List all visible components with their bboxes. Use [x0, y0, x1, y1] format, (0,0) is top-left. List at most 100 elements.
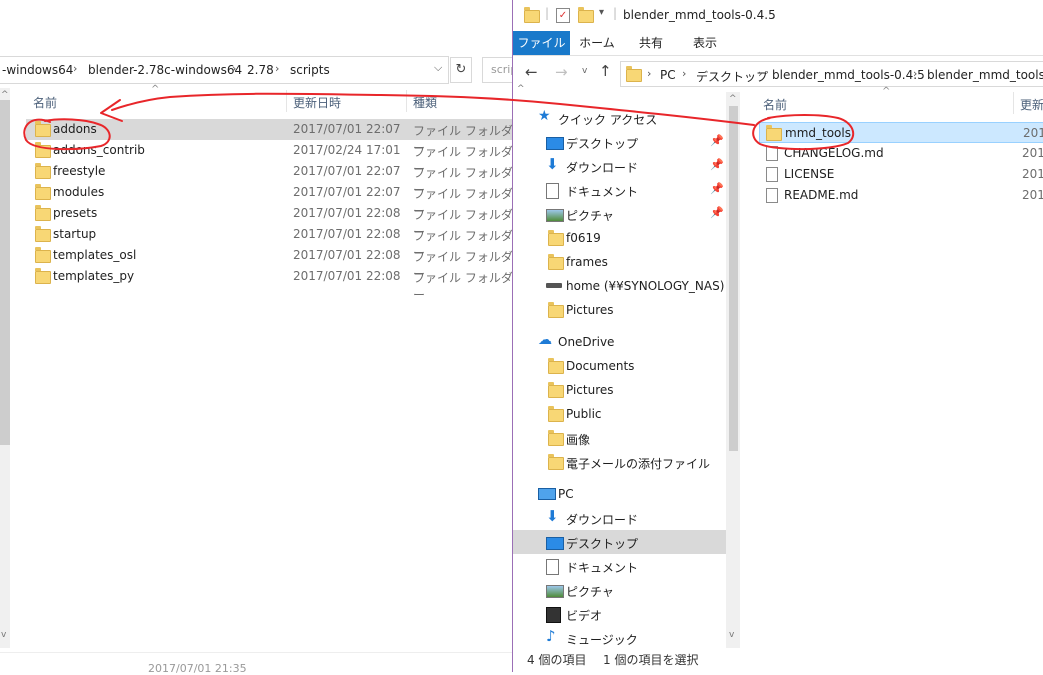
nav-quick-access[interactable]: ★ クイック アクセス: [513, 106, 726, 130]
nav-pinned-desktop[interactable]: デスクトップ 📌: [513, 130, 726, 154]
chevron-right-icon[interactable]: ›: [647, 67, 651, 80]
pin-icon[interactable]: 📌: [710, 182, 724, 195]
scroll-down-icon[interactable]: v: [729, 630, 734, 640]
dropdown-arrow-icon[interactable]: ⌵: [434, 61, 442, 75]
sort-up-icon: ^: [151, 84, 160, 95]
column-header-name[interactable]: 名前: [33, 94, 57, 111]
file-row-mmd-tools[interactable]: mmd_tools 2017: [759, 122, 1043, 143]
scroll-up-icon[interactable]: ^: [1, 90, 9, 100]
chevron-right-icon[interactable]: ›: [758, 67, 762, 80]
nav-onedrive-pictures[interactable]: Pictures: [513, 378, 726, 402]
nav-pc-videos[interactable]: ビデオ: [513, 602, 726, 626]
nav-label: ダウンロード: [566, 161, 639, 175]
new-folder-icon[interactable]: [578, 7, 594, 23]
properties-icon[interactable]: ✓: [556, 8, 570, 23]
nav-label: ダウンロード: [566, 513, 639, 527]
tab-share[interactable]: 共有: [624, 31, 678, 55]
document-icon: [546, 559, 559, 575]
column-header-type[interactable]: 種類: [413, 94, 437, 111]
chevron-right-icon[interactable]: ›: [232, 62, 236, 75]
nav-pc-music[interactable]: ♪ ミュージック: [513, 626, 726, 650]
file-row[interactable]: modules 2017/07/01 22:07 ファイル フォルダー: [26, 182, 513, 218]
chevron-right-icon[interactable]: ›: [73, 62, 77, 75]
nav-recent-pictures[interactable]: Pictures: [513, 298, 726, 322]
file-row[interactable]: startup 2017/07/01 22:08 ファイル フォルダー: [26, 224, 513, 260]
nav-onedrive-public[interactable]: Public: [513, 402, 726, 426]
nav-recent-nas[interactable]: home (¥¥SYNOLOGY_NAS) (Z:: [513, 274, 726, 298]
forward-arrow-icon[interactable]: →: [555, 63, 568, 81]
tab-home[interactable]: ホーム: [570, 31, 624, 55]
refresh-icon[interactable]: ↻: [450, 57, 472, 83]
file-row[interactable]: templates_osl 2017/07/01 22:08 ファイル フォルダ…: [26, 245, 513, 281]
breadcrumb-mmd-tools[interactable]: blender_mmd_tools-0.4.5: [772, 68, 925, 82]
file-row[interactable]: README.md 2017: [759, 185, 1043, 206]
pin-icon[interactable]: 📌: [710, 206, 724, 219]
file-name: CHANGELOG.md: [784, 146, 884, 160]
nav-pc-desktop[interactable]: デスクトップ: [513, 530, 726, 554]
nav-pinned-pictures[interactable]: ピクチャ 📌: [513, 202, 726, 226]
nav-label: クイック アクセス: [558, 113, 658, 127]
nav-pc-downloads[interactable]: ⬇ ダウンロード: [513, 506, 726, 530]
chevron-right-icon[interactable]: ›: [275, 62, 279, 75]
nav-pinned-documents[interactable]: ドキュメント 📌: [513, 178, 726, 202]
file-row-addons[interactable]: addons 2017/07/01 22:07 ファイル フォルダー: [26, 119, 513, 155]
folder-icon: [766, 125, 782, 141]
file-row[interactable]: templates_py 2017/07/01 22:08 ファイル フォルダー: [26, 266, 513, 302]
nav-onedrive-documents[interactable]: Documents: [513, 354, 726, 378]
folder-icon: [35, 247, 51, 263]
left-address-bar[interactable]: -windows64 › blender-2.78c-windows64 › 2…: [0, 56, 449, 84]
file-row[interactable]: presets 2017/07/01 22:08 ファイル フォルダー: [26, 203, 513, 239]
pin-icon[interactable]: 📌: [710, 158, 724, 171]
scroll-up-icon[interactable]: ^: [729, 94, 737, 104]
nav-label: ドキュメント: [566, 561, 639, 575]
folder-synced-icon: [548, 358, 564, 374]
file-row[interactable]: addons_contrib 2017/02/24 17:01 ファイル フォル…: [26, 140, 513, 176]
breadcrumb-scripts[interactable]: scripts: [290, 63, 330, 77]
breadcrumb-windows64[interactable]: -windows64: [2, 63, 73, 77]
scroll-down-icon[interactable]: v: [1, 630, 6, 640]
column-divider: [1013, 92, 1014, 114]
nav-pinned-downloads[interactable]: ⬇ ダウンロード 📌: [513, 154, 726, 178]
file-row[interactable]: freestyle 2017/07/01 22:07 ファイル フォルダー: [26, 161, 513, 197]
chevron-right-icon[interactable]: ›: [682, 67, 686, 80]
picture-icon: [546, 585, 564, 598]
nav-pc-pictures[interactable]: ピクチャ: [513, 578, 726, 602]
file-icon: [766, 188, 778, 203]
document-icon: [546, 183, 559, 199]
nav-label: ピクチャ: [566, 585, 614, 599]
nav-recent-f0619[interactable]: f0619: [513, 226, 726, 250]
left-scrollbar-thumb[interactable]: [0, 100, 10, 445]
left-explorer-window: -windows64 › blender-2.78c-windows64 › 2…: [0, 0, 532, 675]
right-address-bar[interactable]: › PC › デスクトップ › blender_mmd_tools-0.4.5 …: [620, 61, 1043, 87]
nav-onedrive-images[interactable]: 画像: [513, 426, 726, 450]
nav-label: OneDrive: [558, 335, 615, 349]
back-arrow-icon[interactable]: ←: [525, 63, 538, 81]
nav-onedrive[interactable]: ☁ OneDrive: [513, 330, 726, 354]
file-row[interactable]: LICENSE 2017: [759, 164, 1043, 185]
breadcrumb-pc[interactable]: PC: [660, 68, 676, 82]
navigation-scrollbar-thumb[interactable]: [729, 106, 738, 451]
computer-icon: [538, 488, 556, 500]
nav-pc[interactable]: PC: [513, 482, 726, 506]
pin-icon[interactable]: 📌: [710, 134, 724, 147]
column-header-date[interactable]: 更新日時: [293, 94, 341, 111]
folder-icon: [524, 7, 540, 23]
folder-icon: [35, 142, 51, 158]
nav-recent-frames[interactable]: frames: [513, 250, 726, 274]
nav-pc-documents[interactable]: ドキュメント: [513, 554, 726, 578]
tab-file[interactable]: ファイル: [513, 31, 570, 55]
recent-locations-icon[interactable]: v: [582, 66, 587, 76]
customize-toolbar-icon[interactable]: ▾: [599, 7, 604, 18]
breadcrumb-version[interactable]: 2.78: [247, 63, 274, 77]
file-row[interactable]: CHANGELOG.md 2017: [759, 143, 1043, 164]
tab-view[interactable]: 表示: [678, 31, 732, 55]
breadcrumb-blender[interactable]: blender-2.78c-windows64: [88, 63, 242, 77]
chevron-right-icon[interactable]: ›: [913, 67, 917, 80]
breadcrumb-mmd-tools-sub[interactable]: blender_mmd_tools-0.: [927, 68, 1043, 82]
column-header-name[interactable]: 名前: [763, 96, 787, 113]
up-arrow-icon[interactable]: ↑: [599, 62, 612, 80]
column-header-date[interactable]: 更新: [1020, 96, 1043, 113]
scroll-up-icon[interactable]: ^: [517, 84, 525, 94]
nav-label: ビデオ: [566, 609, 603, 623]
nav-onedrive-attachments[interactable]: 電子メールの添付ファイル: [513, 450, 726, 474]
